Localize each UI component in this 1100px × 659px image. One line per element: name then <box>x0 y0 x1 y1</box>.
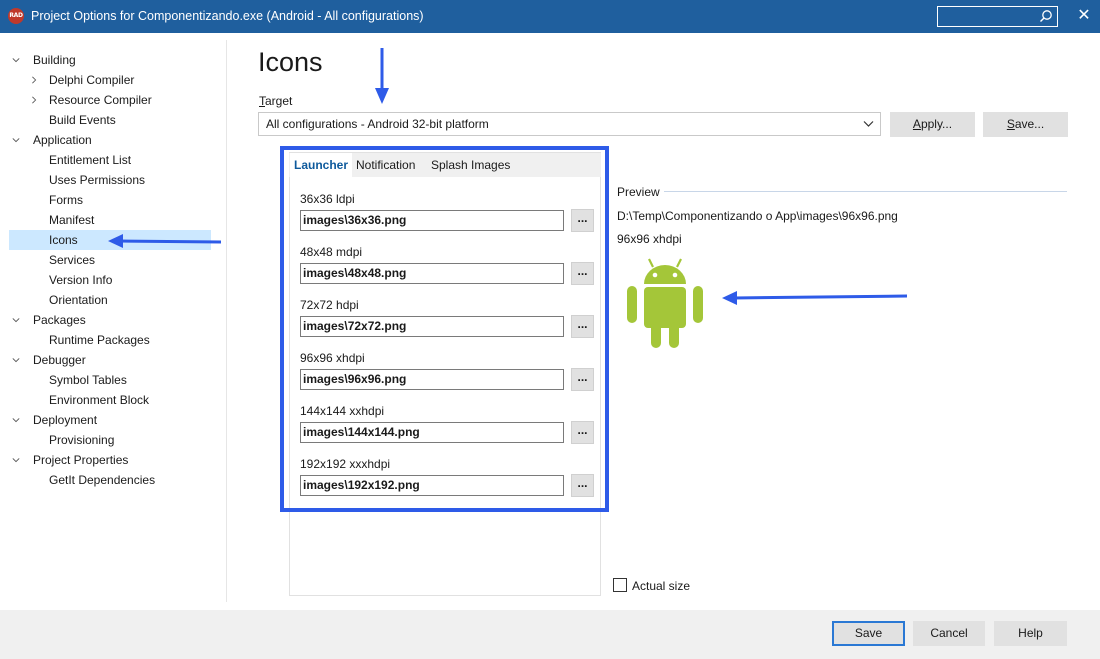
chevron-right-icon[interactable] <box>30 76 38 84</box>
apply-label-rest: pply... <box>920 117 953 131</box>
tree-item-label: Application <box>33 133 92 147</box>
page-title: Icons <box>258 47 323 77</box>
tree-item-provisioning[interactable]: Provisioning <box>0 430 226 450</box>
tree-item-entitlement-list[interactable]: Entitlement List <box>0 150 226 170</box>
preview-label: Preview <box>617 185 660 199</box>
tree-divider <box>226 40 227 602</box>
save-button[interactable]: Save <box>832 621 905 646</box>
preview-size: 96x96 xhdpi <box>617 232 682 246</box>
title-bar: RAD Project Options for Componentizando.… <box>0 0 1100 33</box>
apply-accelerator: A <box>912 117 921 131</box>
tree-item-project-properties[interactable]: Project Properties <box>0 450 226 470</box>
tree-item-building[interactable]: Building <box>0 50 226 70</box>
tree-item-label: Services <box>49 253 96 267</box>
tree-item-label: Build Events <box>49 113 116 127</box>
tree-item-build-events[interactable]: Build Events <box>0 110 226 130</box>
tree-item-version-info[interactable]: Version Info <box>0 270 226 290</box>
chevron-down-icon[interactable] <box>12 56 20 64</box>
tree-item-label: Forms <box>49 193 83 207</box>
search-icon <box>1040 10 1052 22</box>
chevron-down-icon <box>863 121 874 127</box>
rad-studio-app-icon: RAD <box>8 8 24 24</box>
tree-item-label: Runtime Packages <box>49 333 150 347</box>
tree-item-packages[interactable]: Packages <box>0 310 226 330</box>
tree-item-uses-permissions[interactable]: Uses Permissions <box>0 170 226 190</box>
tree-item-orientation[interactable]: Orientation <box>0 290 226 310</box>
window-title: Project Options for Componentizando.exe … <box>31 9 424 23</box>
target-label-rest: arget <box>265 94 293 108</box>
tree-item-label: Orientation <box>49 293 108 307</box>
title-search-input[interactable] <box>937 6 1058 27</box>
tree-item-label: Building <box>33 53 76 67</box>
chevron-down-icon[interactable] <box>12 136 20 144</box>
chevron-down-icon[interactable] <box>12 356 20 364</box>
tree-item-label: Packages <box>33 313 86 327</box>
arrow-annotation-preview <box>722 291 908 305</box>
tree-item-label: GetIt Dependencies <box>49 473 156 487</box>
chevron-right-icon[interactable] <box>30 96 38 104</box>
chevron-down-icon[interactable] <box>12 316 20 324</box>
tree-item-label: Deployment <box>33 413 98 427</box>
annotation-highlight-box <box>280 146 609 512</box>
target-select[interactable]: All configurations - Android 32-bit plat… <box>258 112 881 136</box>
help-button[interactable]: Help <box>994 621 1067 646</box>
tree-item-delphi-compiler[interactable]: Delphi Compiler <box>0 70 226 90</box>
save-config-button[interactable]: Save... <box>983 112 1068 137</box>
tree-item-manifest[interactable]: Manifest <box>0 210 226 230</box>
save-label-rest: ave... <box>1014 117 1045 131</box>
cancel-button[interactable]: Cancel <box>913 621 985 646</box>
tree-item-label: Uses Permissions <box>49 173 146 187</box>
apply-button[interactable]: Apply... <box>890 112 975 137</box>
tree-item-environment-block[interactable]: Environment Block <box>0 390 226 410</box>
tree-item-label: Version Info <box>49 273 113 287</box>
tree-item-runtime-packages[interactable]: Runtime Packages <box>0 330 226 350</box>
tree-item-resource-compiler[interactable]: Resource Compiler <box>0 90 226 110</box>
close-icon[interactable]: ✕ <box>1074 6 1094 26</box>
options-tree: Building Delphi Compiler Resource Compiler… <box>0 40 226 602</box>
tree-item-label: Icons <box>49 233 78 247</box>
tree-item-label: Debugger <box>33 353 86 367</box>
actual-size-checkbox[interactable] <box>613 578 627 592</box>
android-robot-icon <box>627 258 703 348</box>
tree-item-services[interactable]: Services <box>0 250 226 270</box>
save-accelerator: S <box>1006 117 1015 131</box>
preview-separator <box>664 191 1067 192</box>
tree-item-getit-dependencies[interactable]: GetIt Dependencies <box>0 470 226 490</box>
tree-item-label: Delphi Compiler <box>49 73 135 87</box>
chevron-down-icon[interactable] <box>12 416 20 424</box>
preview-path: D:\Temp\Componentizando o App\images\96x… <box>617 209 898 223</box>
tree-item-forms[interactable]: Forms <box>0 190 226 210</box>
tree-item-debugger[interactable]: Debugger <box>0 350 226 370</box>
tree-item-application[interactable]: Application <box>0 130 226 150</box>
target-select-value: All configurations - Android 32-bit plat… <box>266 117 489 131</box>
target-label: Target <box>259 94 292 108</box>
tree-item-label: Project Properties <box>33 453 129 467</box>
tree-item-label: Provisioning <box>49 433 115 447</box>
arrow-annotation-icons <box>108 234 222 248</box>
tree-item-deployment[interactable]: Deployment <box>0 410 226 430</box>
tree-item-label: Entitlement List <box>49 153 132 167</box>
actual-size-label: Actual size <box>632 579 691 593</box>
chevron-down-icon[interactable] <box>12 456 20 464</box>
tree-item-label: Resource Compiler <box>49 93 152 107</box>
tree-item-symbol-tables[interactable]: Symbol Tables <box>0 370 226 390</box>
tree-item-label: Environment Block <box>49 393 150 407</box>
arrow-annotation-target <box>375 48 389 104</box>
tree-item-label: Symbol Tables <box>49 373 127 387</box>
tree-item-label: Manifest <box>49 213 95 227</box>
